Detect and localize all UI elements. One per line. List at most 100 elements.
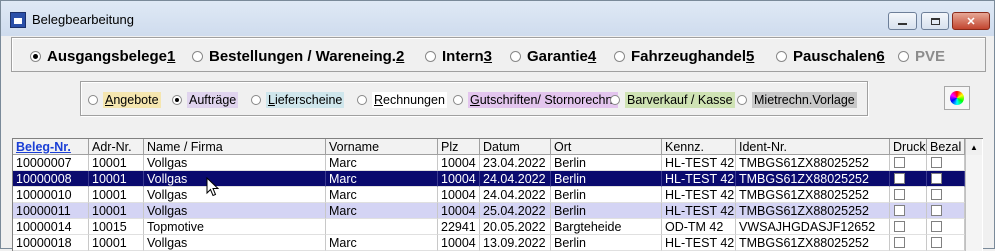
table-cell: 10004 [438, 187, 480, 203]
table-cell: Marc [326, 203, 438, 219]
radio-indicator [614, 50, 625, 62]
table-cell: 23.04.2022 [480, 155, 551, 171]
subtype-label: Barverkauf / Kasse [625, 92, 735, 108]
doctype-radio-7: PVE [898, 47, 945, 65]
row-checkbox[interactable] [894, 205, 905, 216]
table-cell-checkbox [890, 155, 927, 171]
row-checkbox[interactable] [894, 189, 905, 200]
column-header[interactable]: Kennz. [662, 139, 736, 155]
documents-table[interactable]: ▲ Beleg-Nr. Adr-Nr. Name / Firma Vorname Plz… [12, 138, 983, 251]
column-header[interactable]: Name / Firma [144, 139, 326, 155]
table-cell: 10004 [438, 171, 480, 187]
doctype-radio-6[interactable]: Pauschalen 6 [776, 47, 885, 65]
color-settings-button[interactable] [944, 86, 970, 110]
table-row[interactable]: 10000010 10001 Vollgas Marc 10004 24.04.2022 B… [13, 187, 983, 203]
subtype-label: Angebote [103, 92, 161, 108]
table-row[interactable]: 10000014 10015 Topmotive 22941 20.05.2022 Bar… [13, 219, 983, 235]
column-header[interactable]: Datum [480, 139, 551, 155]
row-checkbox[interactable] [894, 221, 905, 232]
subtype-label: Mietrechn.Vorlage [752, 92, 857, 108]
column-header[interactable]: Druck [890, 139, 927, 155]
table-cell: 10001 [89, 187, 144, 203]
color-wheel-icon [950, 91, 964, 105]
subtype-label-text: ngebote [113, 93, 159, 107]
row-checkbox[interactable] [894, 173, 905, 184]
table-cell-checkbox [927, 219, 965, 235]
table-cell: Berlin [551, 171, 662, 187]
table-cell: 10001 [89, 171, 144, 187]
table-cell-checkbox [927, 203, 965, 219]
doctype-label: Fahrzeughandel [631, 47, 747, 65]
window-title: Belegbearbeitung [32, 12, 134, 27]
radio-indicator [453, 95, 463, 105]
subtype-label-text: utschriften/ Stornorechn. [479, 93, 616, 107]
close-icon: ✕ [966, 15, 976, 28]
table-cell: 10000007 [13, 155, 89, 171]
radio-indicator [88, 95, 98, 105]
subtype-radio-7[interactable]: Mietrechn.Vorlage [737, 92, 857, 108]
close-button[interactable]: ✕ [952, 12, 990, 30]
subtype-radio-3[interactable]: Lieferscheine [251, 92, 345, 108]
column-header[interactable]: Plz [438, 139, 480, 155]
row-checkbox[interactable] [931, 157, 942, 168]
subtype-label: Gutschriften/ Stornorechn. [468, 92, 618, 108]
table-cell: Vollgas [144, 187, 326, 203]
doctype-radio-1[interactable]: Ausgangsbelege 1 [30, 47, 175, 65]
radio-indicator [610, 95, 620, 105]
column-header[interactable]: Beleg-Nr. [13, 139, 89, 155]
doctype-radio-5[interactable]: Fahrzeughandel 5 [614, 47, 754, 65]
minimize-icon [898, 23, 907, 25]
radio-indicator [776, 50, 787, 62]
maximize-button[interactable] [921, 12, 949, 30]
table-cell: Vollgas [144, 155, 326, 171]
document-subtype-group: Angebote Aufträge Lieferscheine Rechnungen G… [80, 81, 868, 116]
table-cell: 22941 [438, 219, 480, 235]
table-cell: Marc [326, 187, 438, 203]
table-cell: HL-TEST 42 [662, 203, 736, 219]
column-header[interactable]: Adr-Nr. [89, 139, 144, 155]
doctype-radio-2[interactable]: Bestellungen / Wareneing. 2 [192, 47, 404, 65]
subtype-radio-5[interactable]: Gutschriften/ Stornorechn. [453, 92, 618, 108]
table-cell-checkbox [927, 171, 965, 187]
doctype-shortcut-key: 1 [167, 47, 176, 65]
row-checkbox[interactable] [931, 189, 942, 200]
doctype-radio-3[interactable]: Intern 3 [425, 47, 492, 65]
doctype-label: Garantie [527, 47, 588, 65]
table-row[interactable]: 10000011 10001 Vollgas Marc 10004 25.04.2022 B… [13, 203, 983, 219]
doctype-shortcut-key: 3 [483, 47, 493, 65]
row-checkbox[interactable] [931, 173, 942, 184]
table-cell: 10000008 [13, 171, 89, 187]
radio-indicator [737, 95, 747, 105]
doctype-radio-4[interactable]: Garantie 4 [510, 47, 596, 65]
radio-indicator [425, 50, 436, 62]
table-cell: TMBGS61ZX88025252 [736, 155, 890, 171]
table-cell [326, 219, 438, 235]
doctype-label: Ausgangsbelege [47, 47, 168, 65]
column-header[interactable]: Ort [551, 139, 662, 155]
minimize-button[interactable] [888, 12, 917, 30]
column-header[interactable]: Vorname [326, 139, 438, 155]
table-row[interactable]: 10000007 10001 Vollgas Marc 10004 23.04.2022 B… [13, 155, 983, 171]
row-checkbox[interactable] [931, 237, 942, 248]
subtype-radio-2[interactable]: Aufträge [172, 92, 239, 108]
table-cell: 10004 [438, 155, 480, 171]
table-cell: 20.05.2022 [480, 219, 551, 235]
column-header[interactable]: Bezal [927, 139, 965, 155]
subtype-radio-1[interactable]: Angebote [88, 92, 161, 108]
row-checkbox[interactable] [894, 157, 905, 168]
row-checkbox[interactable] [931, 221, 942, 232]
radio-indicator [898, 50, 909, 62]
table-cell: OD-TM 42 [662, 219, 736, 235]
column-header[interactable]: Ident-Nr. [736, 139, 890, 155]
subtype-radio-4[interactable]: Rechnungen [357, 92, 447, 108]
table-cell: 10000014 [13, 219, 89, 235]
row-checkbox[interactable] [931, 205, 942, 216]
table-cell: TMBGS61ZX88025252 [736, 187, 890, 203]
table-cell: VWSAJHGDASJF12652 [736, 219, 890, 235]
subtype-radio-6[interactable]: Barverkauf / Kasse [610, 92, 735, 108]
table-cell: Vollgas [144, 203, 326, 219]
table-row[interactable]: 10000008 10001 Vollgas Marc 10004 24.04.2022 B… [13, 171, 983, 187]
table-cell: 24.04.2022 [480, 187, 551, 203]
row-checkbox[interactable] [894, 237, 905, 248]
doctype-shortcut-key: 5 [746, 47, 755, 65]
